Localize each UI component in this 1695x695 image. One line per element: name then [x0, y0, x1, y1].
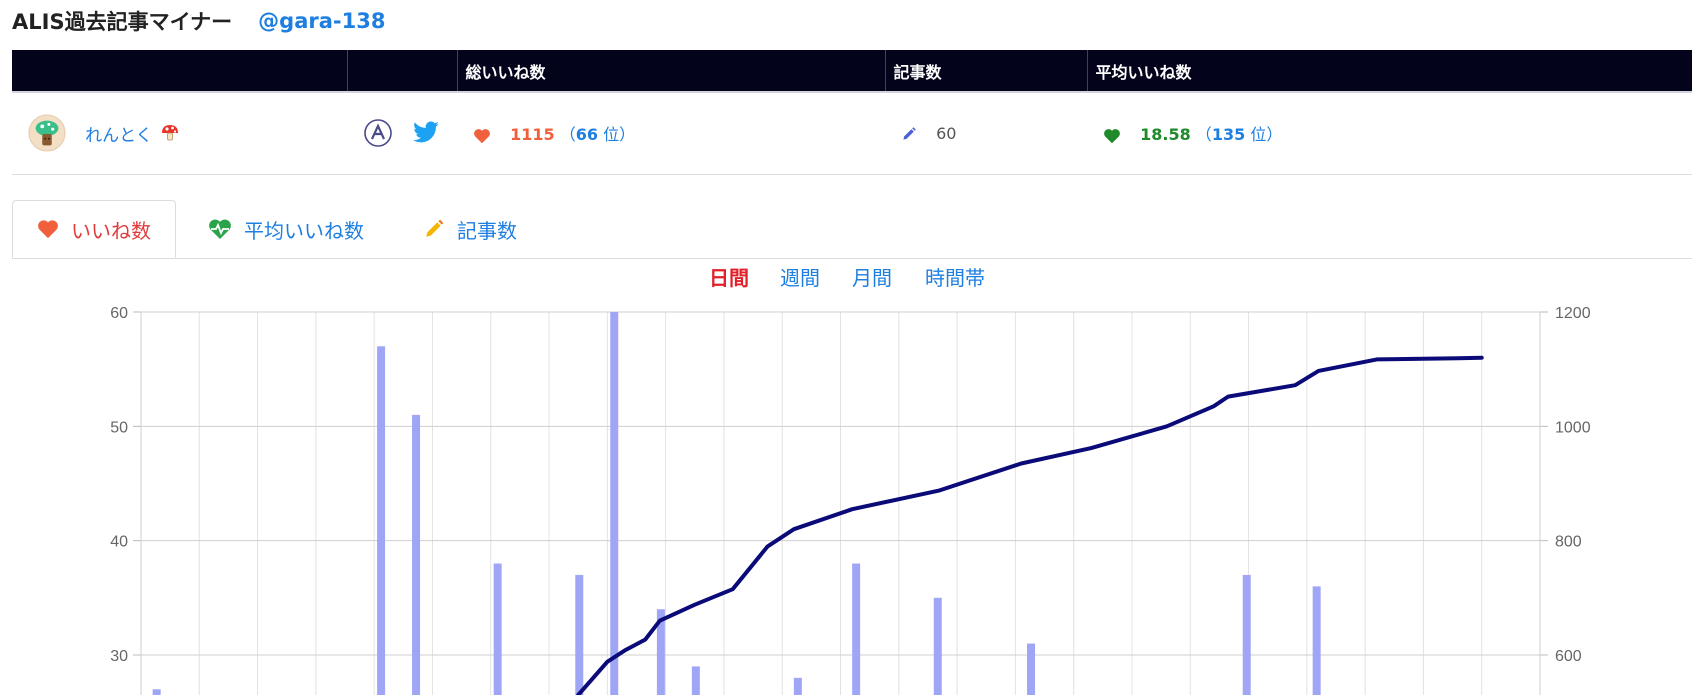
- pencil-icon: [903, 127, 916, 140]
- twitter-icon[interactable]: [412, 121, 440, 145]
- y-right-tick-label: 1000: [1555, 419, 1591, 436]
- tab-article-count-label: 記事数: [457, 218, 517, 243]
- user-name-link[interactable]: れんとく: [85, 126, 153, 146]
- avg-likes-value: 18.58: [1140, 125, 1191, 145]
- period-hourly[interactable]: 時間帯: [925, 262, 985, 291]
- avatar[interactable]: [28, 114, 66, 152]
- chart-bar: [377, 346, 386, 695]
- article-count-value: 60: [936, 123, 957, 143]
- chart-bar: [1312, 586, 1321, 695]
- alis-icon[interactable]: [363, 118, 393, 148]
- table-header-row: 総いいね数 記事数 平均いいね数: [12, 50, 1692, 92]
- header-user: [12, 50, 348, 92]
- period-daily[interactable]: 日間: [709, 262, 749, 291]
- y-right-tick-label: 800: [1555, 534, 1582, 551]
- y-right-tick-label: 1200: [1555, 305, 1591, 322]
- likes-chart: 30 600 40 800 50 1000 60 1200: [110, 305, 1591, 695]
- avg-likes-rank: （135 位）: [1195, 125, 1283, 145]
- table-row: れんとく 1115 （66 位） 60 18.58 （135 位）: [12, 92, 1692, 174]
- header-avg-likes: 平均いいね数: [1095, 62, 1192, 82]
- period-monthly[interactable]: 月間: [852, 262, 892, 291]
- avg-likes-cell: 18.58 （135 位）: [1087, 92, 1692, 174]
- heartbeat-icon: [209, 219, 231, 239]
- chart-bar: [610, 312, 619, 695]
- chart-bar: [152, 689, 161, 695]
- period-weekly[interactable]: 週間: [780, 262, 820, 291]
- total-likes-cell: 1115 （66 位）: [457, 92, 885, 174]
- chart-bar: [793, 677, 802, 695]
- chart-bar: [691, 666, 700, 695]
- chart-bar: [933, 597, 942, 695]
- header-article-count: 記事数: [885, 50, 1088, 92]
- y-left-tick-label: 50: [110, 419, 128, 436]
- y-left-tick-label: 40: [110, 534, 128, 551]
- y-left-tick-label: 60: [110, 305, 128, 322]
- heart-icon: [474, 128, 490, 144]
- period-selector: 日間 週間 月間 時間帯: [0, 262, 1695, 290]
- header-links: [347, 50, 458, 92]
- article-count-cell: 60: [885, 92, 1087, 174]
- chart-bar: [575, 574, 584, 695]
- header-total-likes: 総いいね数: [457, 50, 886, 92]
- total-likes-rank: （66 位）: [559, 125, 636, 145]
- user-cell: れんとく: [12, 92, 347, 174]
- green-heart-icon: [1104, 128, 1120, 144]
- tab-avg-likes[interactable]: 平均いいね数: [208, 200, 364, 258]
- username-link[interactable]: @gara-138: [258, 9, 385, 33]
- y-right-tick-label: 600: [1555, 648, 1582, 665]
- site-header: ALIS過去記事マイナー @gara-138: [12, 6, 385, 36]
- chart-bar: [493, 563, 502, 695]
- tab-article-count[interactable]: 記事数: [423, 200, 517, 258]
- tab-likes-label: いいね数: [71, 218, 151, 243]
- chart-bar: [1242, 574, 1251, 695]
- links-cell: [347, 92, 457, 174]
- mushroom-icon: [161, 125, 178, 141]
- pencil-icon: [426, 219, 444, 237]
- total-likes-value: 1115: [510, 125, 555, 145]
- site-title[interactable]: ALIS過去記事マイナー: [12, 6, 232, 36]
- chart-tabs: いいね数 平均いいね数 記事数: [12, 200, 1692, 259]
- y-left-tick-label: 30: [110, 648, 128, 665]
- user-stats-table: 総いいね数 記事数 平均いいね数 れんとく 1115 （66 位） 60 18.…: [12, 50, 1692, 175]
- heart-icon: [38, 220, 58, 239]
- tab-likes[interactable]: いいね数: [12, 200, 176, 258]
- tab-avg-likes-label: 平均いいね数: [244, 218, 364, 243]
- chart-bar: [1027, 643, 1036, 695]
- chart-bar: [852, 563, 861, 695]
- chart-bar: [412, 414, 421, 695]
